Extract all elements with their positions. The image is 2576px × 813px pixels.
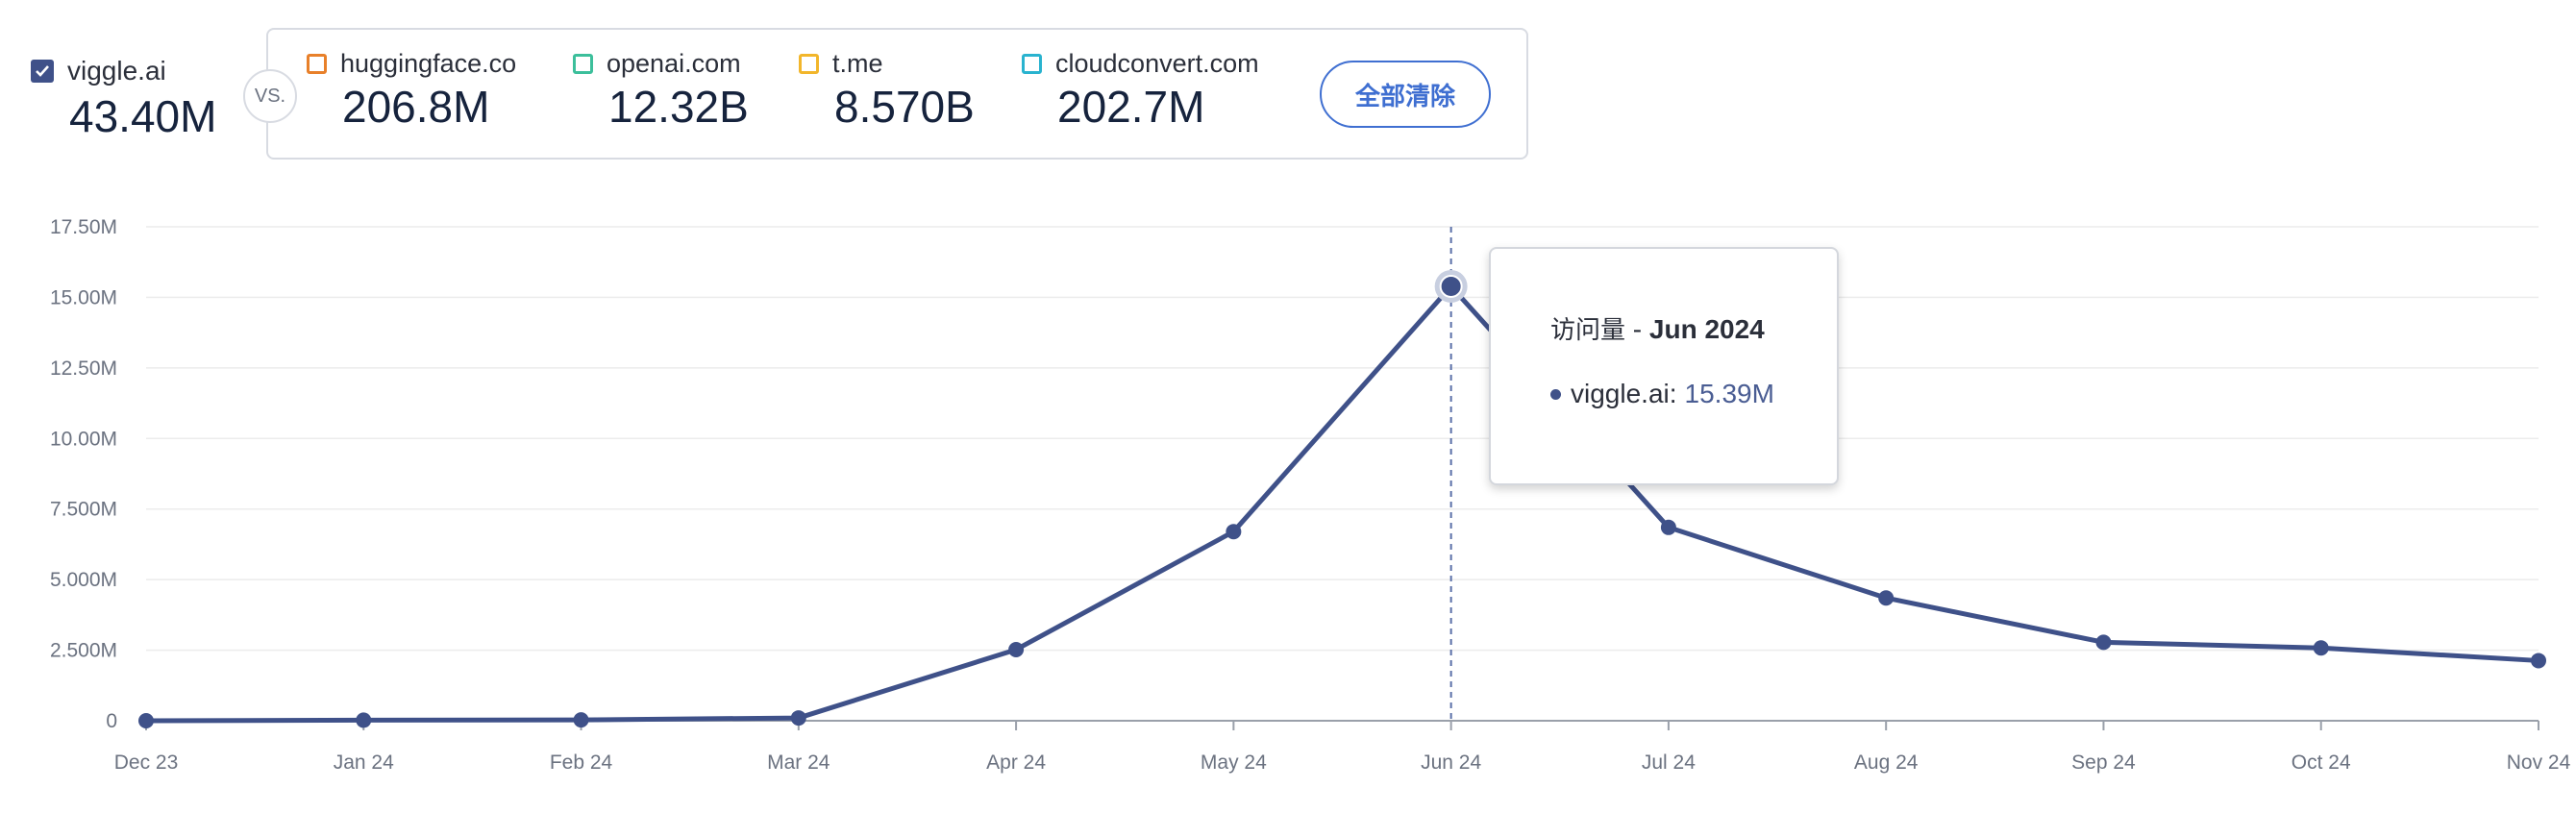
- data-point[interactable]: [1660, 519, 1676, 535]
- x-tick-label: Nov 24: [2507, 751, 2571, 774]
- x-tick-label: Aug 24: [1854, 751, 1919, 774]
- tooltip-separator: -: [1625, 314, 1649, 344]
- y-tick-label: 12.50M: [50, 357, 117, 380]
- x-tick-label: Jul 24: [1642, 751, 1696, 774]
- data-point[interactable]: [573, 712, 589, 728]
- x-tick-label: Oct 24: [2291, 751, 2351, 774]
- data-point[interactable]: [1226, 524, 1242, 540]
- x-tick-label: Jan 24: [334, 751, 394, 774]
- y-tick-label: 15.00M: [50, 286, 117, 308]
- y-tick-label: 5.000M: [50, 569, 117, 591]
- chart-tooltip: 访问量 - Jun 2024 viggle.ai: 15.39M: [1489, 247, 1839, 485]
- y-tick-label: 17.50M: [50, 216, 117, 238]
- data-point[interactable]: [2095, 634, 2112, 651]
- data-point[interactable]: [1008, 641, 1025, 657]
- data-point[interactable]: [356, 712, 372, 728]
- data-point[interactable]: [2531, 653, 2546, 669]
- data-point[interactable]: [138, 713, 154, 728]
- tooltip-series-value: 15.39M: [1684, 379, 1774, 408]
- x-tick-label: Mar 24: [767, 751, 830, 774]
- tooltip-title: 访问量 - Jun 2024: [1550, 310, 1765, 346]
- tooltip-series-row: viggle.ai: 15.39M: [1550, 379, 1774, 409]
- y-tick-label: 2.500M: [50, 640, 117, 662]
- data-point[interactable]: [1878, 590, 1895, 606]
- tooltip-metric: 访问量: [1550, 316, 1626, 345]
- x-tick-label: May 24: [1201, 751, 1267, 774]
- tooltip-month: Jun 2024: [1648, 314, 1765, 344]
- x-axis-ticks: Dec 23 Jan 24 Feb 24 Mar 24 Apr 24 May 24 Jun …: [114, 721, 2571, 774]
- x-tick-label: Apr 24: [986, 751, 1046, 774]
- x-tick-label: Feb 24: [550, 751, 613, 774]
- series-dot-icon: [1550, 388, 1561, 400]
- vs-badge: VS.: [243, 69, 297, 123]
- data-point[interactable]: [1439, 274, 1463, 298]
- y-axis-ticks: 0 2.500M 5.000M 7.500M 10.00M 12.50M 15.00M 17.…: [50, 216, 117, 732]
- visits-line-chart: 0 2.500M 5.000M 7.500M 10.00M 12.50M 15.00M 17.…: [50, 216, 2571, 774]
- y-tick-label: 7.500M: [50, 499, 117, 521]
- x-tick-label: Dec 23: [114, 751, 179, 774]
- data-point[interactable]: [2313, 640, 2329, 656]
- y-tick-label: 0: [106, 710, 117, 732]
- tooltip-series-label: viggle.ai:: [1571, 379, 1677, 408]
- x-tick-label: Sep 24: [2071, 751, 2136, 774]
- series-line: [145, 283, 2539, 724]
- x-tick-label: Jun 24: [1421, 751, 1481, 774]
- y-tick-label: 10.00M: [50, 428, 117, 450]
- series-viggle: [138, 269, 2546, 728]
- data-point[interactable]: [790, 710, 806, 727]
